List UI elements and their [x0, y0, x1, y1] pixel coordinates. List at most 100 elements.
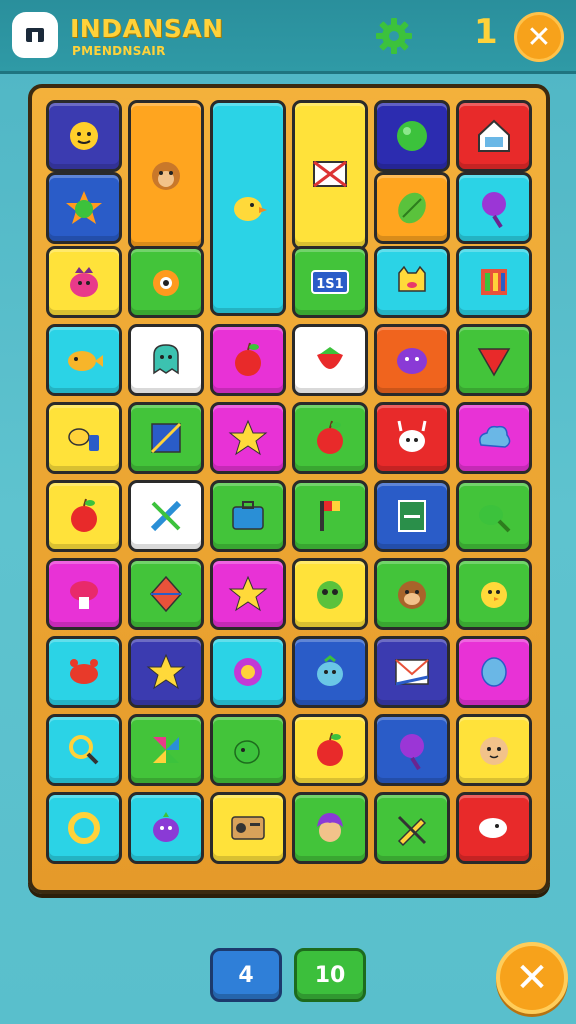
- level-number: 1: [474, 12, 498, 52]
- tile-red-triangle[interactable]: [456, 324, 532, 396]
- tile-red-apple[interactable]: [46, 480, 122, 552]
- green-fish-icon: [479, 505, 511, 533]
- tile-purple-lollipop[interactable]: [456, 172, 532, 244]
- tile-purple-hair-face[interactable]: [292, 792, 368, 864]
- counter-blue[interactable]: 4: [210, 948, 282, 1002]
- orange-eye-icon: [153, 270, 179, 296]
- tile-goat-face[interactable]: [374, 402, 450, 474]
- tile-building[interactable]: [456, 246, 532, 318]
- tile-yellow-bird[interactable]: [210, 100, 286, 316]
- tile-blue-robot[interactable]: [292, 636, 368, 708]
- yellow-star-icon: [146, 653, 186, 690]
- tile-brown-monkey[interactable]: [374, 558, 450, 630]
- close-button[interactable]: ✕: [514, 12, 564, 62]
- game-board: 1S1: [28, 84, 550, 894]
- tile-green-bird[interactable]: [210, 714, 286, 786]
- envelope-icon: [395, 659, 429, 686]
- tile-teal-ghost[interactable]: [128, 324, 204, 396]
- tile-envelope[interactable]: [374, 636, 450, 708]
- red-apple-icon: [317, 420, 343, 454]
- tile-yellow-star[interactable]: [210, 402, 286, 474]
- tile-pencil[interactable]: [374, 792, 450, 864]
- tile-flag-post[interactable]: [292, 480, 368, 552]
- tile-yellow-star[interactable]: [128, 636, 204, 708]
- yellow-star-icon: [228, 419, 268, 456]
- flower-icon: [234, 658, 262, 686]
- purple-hair-face-icon: [317, 813, 343, 842]
- tile-red-apple[interactable]: [292, 714, 368, 786]
- close-icon: ✕: [526, 19, 552, 55]
- tile-bee-robot[interactable]: [46, 402, 122, 474]
- top-bar: INDANSAN PMENDNSAIR 1 ✕: [0, 0, 576, 74]
- tile-green-leaf[interactable]: [374, 172, 450, 244]
- tile-star-creature[interactable]: [46, 172, 122, 244]
- tile-orange-eye[interactable]: [128, 246, 204, 318]
- pink-mushroom-icon: [70, 581, 98, 609]
- tile-yellow-star[interactable]: [210, 558, 286, 630]
- tile-blue-box[interactable]: [128, 402, 204, 474]
- tile-pinwheel[interactable]: [128, 714, 204, 786]
- yellow-bird-icon: [234, 197, 267, 221]
- tile-green-ball[interactable]: [374, 100, 450, 172]
- tile-strawberry[interactable]: [292, 324, 368, 396]
- tile-magnifier[interactable]: [46, 714, 122, 786]
- blue-robot-icon: [317, 655, 343, 686]
- purple-blob-icon: [397, 348, 427, 374]
- tile-yellow-chick[interactable]: [456, 558, 532, 630]
- tile-white-fish[interactable]: [456, 792, 532, 864]
- tile-flower[interactable]: [210, 636, 286, 708]
- tile-monkey-face[interactable]: [128, 100, 204, 250]
- yellow-star-icon: [228, 575, 268, 612]
- purple-lollipop-icon: [400, 734, 424, 771]
- tile-suitcase[interactable]: [210, 480, 286, 552]
- green-alien-icon: [317, 581, 343, 609]
- star-creature-icon: [66, 191, 102, 224]
- baby-face-icon: [480, 737, 508, 765]
- tile-sun-face[interactable]: [46, 100, 122, 172]
- tile-red-apple[interactable]: [292, 402, 368, 474]
- close-icon: ✕: [515, 955, 549, 1001]
- red-crab-icon: [70, 659, 98, 684]
- blue-fish-icon: [481, 657, 507, 687]
- tile-purple-lollipop[interactable]: [374, 714, 450, 786]
- tile-pink-mushroom[interactable]: [46, 558, 122, 630]
- tile-green-book[interactable]: [374, 480, 450, 552]
- tile-green-fish[interactable]: [456, 480, 532, 552]
- tile-yellow-fish[interactable]: [46, 324, 122, 396]
- gear-icon[interactable]: [372, 14, 416, 58]
- tile-house[interactable]: [456, 100, 532, 172]
- tile-purple-creature[interactable]: [128, 792, 204, 864]
- tile-yellow-ring[interactable]: [46, 792, 122, 864]
- blue-box-icon: [150, 422, 182, 454]
- counter-green[interactable]: 10: [294, 948, 366, 1002]
- blue-cloud-icon: [479, 425, 511, 448]
- tile-crossed-tools[interactable]: [128, 480, 204, 552]
- red-apple-icon: [317, 732, 343, 766]
- game-title: INDANSAN: [70, 14, 224, 43]
- crossed-flag-icon: [313, 160, 347, 188]
- tile-green-alien[interactable]: [292, 558, 368, 630]
- green-ball-icon: [397, 121, 427, 151]
- pinwheel-icon: [153, 737, 179, 763]
- white-fish-icon: [479, 818, 507, 838]
- tile-radio[interactable]: [210, 792, 286, 864]
- green-book-icon: [398, 500, 426, 532]
- tile-blue-fish[interactable]: [456, 636, 532, 708]
- yellow-fish-icon: [68, 351, 103, 371]
- tile-cat-face[interactable]: [374, 246, 450, 318]
- tile-red-crab[interactable]: [46, 636, 122, 708]
- tile-baby-face[interactable]: [456, 714, 532, 786]
- tile-blue-cloud[interactable]: [456, 402, 532, 474]
- yellow-ring-icon: [68, 812, 100, 844]
- sun-face-icon: [70, 122, 98, 150]
- red-triangle-icon: [477, 348, 511, 377]
- tile-kite[interactable]: [128, 558, 204, 630]
- tile-red-apple[interactable]: [210, 324, 286, 396]
- tile-pink-monster[interactable]: [46, 246, 122, 318]
- tile-purple-blob[interactable]: [374, 324, 450, 396]
- monkey-face-icon: [152, 162, 180, 190]
- score-sign-icon: 1S1: [311, 270, 349, 294]
- close-bottom-button[interactable]: ✕: [496, 942, 568, 1014]
- tile-score-sign[interactable]: 1S1: [292, 246, 368, 318]
- tile-crossed-flag[interactable]: [292, 100, 368, 250]
